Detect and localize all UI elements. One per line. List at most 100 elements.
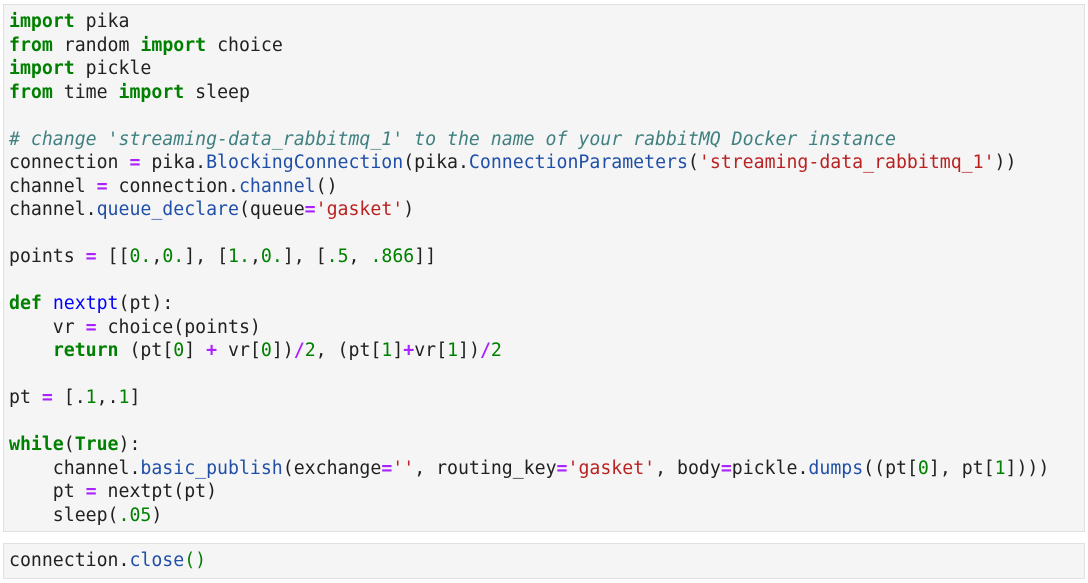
code-token: sleep xyxy=(184,81,250,103)
code-token: channel. xyxy=(9,457,141,479)
code-token: pika xyxy=(74,11,130,32)
code-token: ) xyxy=(1038,457,1050,479)
code-editor-1[interactable]: import pika from random import choice impo… xyxy=(9,10,1049,527)
code-token: .05 xyxy=(118,504,152,526)
code-token: 1 xyxy=(85,387,97,408)
code-token: pt xyxy=(9,387,42,408)
code-token: .866 xyxy=(370,246,415,267)
code-line: vr = choice(points) xyxy=(9,316,1049,340)
code-token: ], [ xyxy=(282,246,327,267)
code-token: 1 xyxy=(994,457,1006,479)
code-token: = xyxy=(41,387,53,408)
code-token: / xyxy=(293,340,305,361)
code-token: , xyxy=(348,246,371,267)
code-token: 0. xyxy=(162,246,185,267)
code-token: [. xyxy=(52,387,86,408)
code-token: = xyxy=(85,481,97,502)
code-token: 'gasket' xyxy=(567,457,656,479)
code-token: choice xyxy=(206,34,283,56)
code-token: from xyxy=(9,81,53,103)
code-token: = xyxy=(556,457,568,479)
code-token: ConnectionParameters xyxy=(468,152,688,173)
code-token: = xyxy=(96,175,108,197)
code-token: import xyxy=(118,81,185,103)
code-token: queue_declare xyxy=(96,199,239,220)
code-token: (pika. xyxy=(403,152,469,173)
code-token: = xyxy=(720,457,732,479)
code-token: channel. xyxy=(9,199,97,220)
code-token: def xyxy=(9,293,42,314)
code-token: BlockingConnection xyxy=(206,152,404,173)
code-token: ): xyxy=(118,434,141,455)
code-token: = xyxy=(381,457,393,479)
code-token: , xyxy=(249,246,261,267)
code-token: 1 xyxy=(118,387,130,408)
code-line: sleep(.05) xyxy=(9,504,1049,528)
code-token: basic_publish xyxy=(140,457,283,479)
code-token: time xyxy=(52,81,119,103)
code-token: import xyxy=(9,11,75,32)
code-token: , (pt[ xyxy=(315,340,382,361)
code-token: pickle xyxy=(74,58,152,79)
code-token: close xyxy=(129,550,185,571)
code-token: connection xyxy=(9,152,130,173)
code-token: 2 xyxy=(304,340,316,361)
code-token: vr xyxy=(9,316,86,338)
code-token: = xyxy=(129,152,141,173)
code-token: ] xyxy=(184,340,207,361)
code-token: ( xyxy=(63,434,75,455)
code-token: return xyxy=(52,340,119,361)
code-line: # change 'streaming-data_rabbitmq_1' to … xyxy=(9,128,1049,152)
code-token: 0. xyxy=(129,246,152,267)
code-token: '' xyxy=(392,457,415,479)
code-token: ) xyxy=(151,504,163,526)
code-token: while xyxy=(9,434,64,455)
code-token: ] xyxy=(392,340,404,361)
code-token: 1 xyxy=(447,340,459,361)
code-editor-2[interactable]: connection.close() xyxy=(9,549,206,573)
code-token: ((pt[ xyxy=(863,457,918,479)
code-token: # change 'streaming-data_rabbitmq_1' to … xyxy=(9,128,896,150)
code-token: = xyxy=(304,199,316,220)
code-token: ]) xyxy=(271,340,294,361)
code-token: pika. xyxy=(140,152,207,173)
code-line: from time import sleep xyxy=(9,81,1049,105)
code-token: , routing_key xyxy=(414,457,557,479)
code-line: channel = connection.channel() xyxy=(9,175,1049,199)
code-token: (queue xyxy=(238,199,305,220)
code-line: pt = nextpt(pt) xyxy=(9,480,1049,504)
code-cell-1[interactable]: import pika from random import choice impo… xyxy=(3,4,1085,532)
code-token: 0 xyxy=(260,340,272,361)
code-token: 0 xyxy=(173,340,185,361)
code-token: ], pt[ xyxy=(928,457,995,479)
code-line: channel.queue_declare(queue='gasket') xyxy=(9,198,1049,222)
code-token: connection. xyxy=(107,175,239,197)
code-token: import xyxy=(140,34,207,56)
code-token: channel xyxy=(238,175,316,197)
code-token: / xyxy=(479,340,491,361)
code-token: + xyxy=(403,340,415,361)
code-token: , xyxy=(151,246,163,267)
code-line: points = [[0.,0.], [1.,0.], [.5, .866]] xyxy=(9,245,1049,269)
code-token: = xyxy=(85,246,97,267)
code-token: ]) xyxy=(458,340,480,361)
code-token: (pt): xyxy=(118,293,174,314)
code-line: import pickle xyxy=(9,57,1049,81)
code-token: () xyxy=(315,175,338,197)
code-line: import pika xyxy=(9,10,1049,34)
code-token: 0 xyxy=(917,457,929,479)
code-token: ])) xyxy=(1005,457,1039,479)
code-token: 2 xyxy=(490,340,502,361)
code-token: pt xyxy=(9,481,86,502)
code-token: random xyxy=(52,34,141,56)
code-token: True xyxy=(74,434,119,455)
code-token: ,. xyxy=(96,387,119,408)
code-token: 1 xyxy=(381,340,393,361)
code-token: ) xyxy=(403,199,415,220)
code-token: nextpt xyxy=(52,293,119,314)
code-cell-2[interactable]: connection.close() xyxy=(3,543,1085,579)
code-token: .5 xyxy=(326,246,349,267)
code-token: = xyxy=(85,316,97,338)
code-token: () xyxy=(184,550,207,571)
